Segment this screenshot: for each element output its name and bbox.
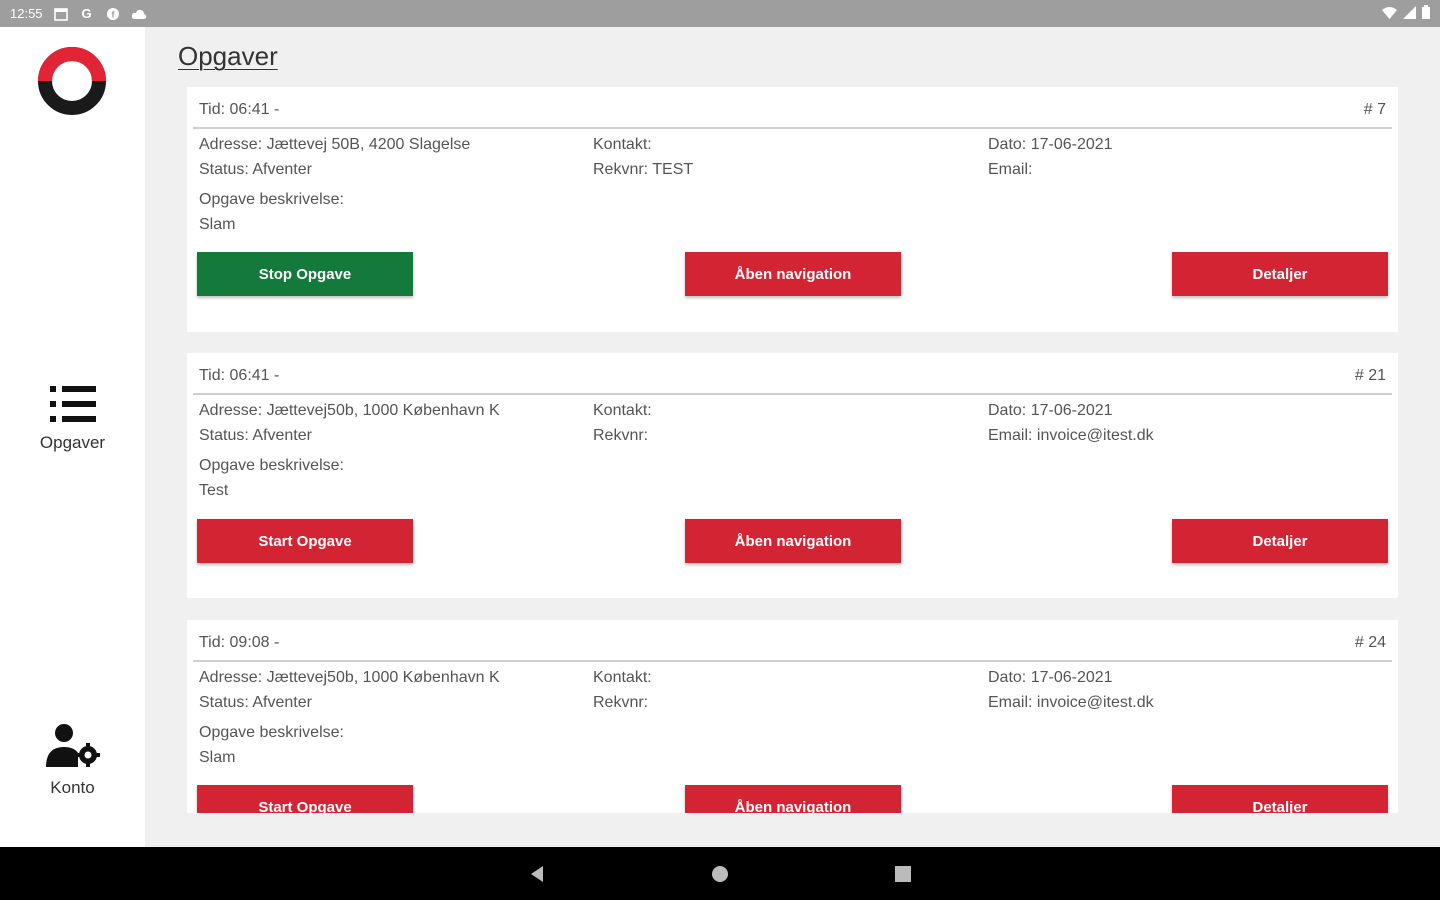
task-desc: Test — [199, 481, 229, 499]
card-header: Tid: 09:08 - # 24 — [193, 620, 1392, 662]
battery-icon — [1422, 5, 1430, 22]
home-icon[interactable] — [709, 863, 731, 885]
circle-app-icon: f — [105, 6, 121, 22]
task-contact: Kontakt: — [593, 402, 652, 419]
task-date: Dato: 17-06-2021 — [988, 136, 1113, 153]
open-navigation-button[interactable]: Åben navigation — [685, 785, 901, 813]
task-contact: Kontakt: — [593, 669, 652, 686]
wifi-icon — [1382, 6, 1397, 22]
cloud-icon — [131, 6, 147, 22]
start-task-button[interactable]: Start Opgave — [197, 519, 413, 563]
card-header: Tid: 06:41 - # 7 — [193, 87, 1392, 129]
task-address: Adresse: Jættevej 50B, 4200 Slagelse — [199, 136, 471, 153]
task-desc-label: Opgave beskrivelse: — [199, 724, 344, 741]
task-desc-label: Opgave beskrivelse: — [199, 457, 344, 474]
task-date: Dato: 17-06-2021 — [988, 669, 1113, 686]
details-button[interactable]: Detaljer — [1172, 519, 1388, 563]
stop-task-button[interactable]: Stop Opgave — [197, 252, 413, 296]
page-title: Opgaver — [178, 41, 278, 71]
list-icon — [49, 384, 96, 429]
task-email: Email: — [988, 160, 1033, 178]
sidebar-item-konto[interactable]: Konto — [0, 723, 145, 798]
task-time: Tid: 06:41 - — [199, 367, 280, 384]
task-desc-label: Opgave beskrivelse: — [199, 191, 344, 208]
details-button[interactable]: Detaljer — [1172, 785, 1388, 813]
task-address: Adresse: Jættevej50b, 1000 København K — [199, 669, 500, 686]
task-email: Email: invoice@itest.dk — [988, 426, 1154, 444]
start-task-button[interactable]: Start Opgave — [197, 785, 413, 813]
sidebar: Opgaver Konto — [0, 27, 145, 847]
task-card: Tid: 09:08 - # 24 Adresse: Jættevej50b, … — [187, 620, 1398, 813]
task-status: Status: Afventer — [199, 693, 312, 711]
task-time: Tid: 06:41 - — [199, 101, 280, 118]
open-navigation-button[interactable]: Åben navigation — [685, 252, 901, 296]
task-time: Tid: 09:08 - — [199, 634, 280, 651]
task-status: Status: Afventer — [199, 160, 312, 178]
task-card: Tid: 06:41 - # 21 Adresse: Jættevej50b, … — [187, 353, 1398, 598]
task-contact: Kontakt: — [593, 136, 652, 153]
task-status: Status: Afventer — [199, 426, 312, 444]
sidebar-item-opgaver[interactable]: Opgaver — [0, 384, 145, 453]
main-content: Opgaver Tid: 06:41 - # 7 Adresse: Jættev… — [145, 27, 1440, 847]
back-icon[interactable] — [526, 863, 548, 885]
task-card: Tid: 06:41 - # 7 Adresse: Jættevej 50B, … — [187, 87, 1398, 332]
task-number: # 24 — [1354, 634, 1386, 651]
recents-icon[interactable] — [892, 863, 914, 885]
status-bar: 12:55 G f — [0, 0, 1440, 27]
system-nav-bar — [0, 847, 1440, 900]
task-date: Dato: 17-06-2021 — [988, 402, 1113, 419]
task-desc: Slam — [199, 748, 236, 766]
task-rekvnr: Rekvnr: — [593, 693, 649, 711]
sidebar-item-label: Opgaver — [39, 433, 106, 452]
task-rekvnr: Rekvnr: — [593, 426, 649, 444]
task-address: Adresse: Jættevej50b, 1000 København K — [199, 402, 500, 419]
signal-icon — [1403, 5, 1416, 22]
sidebar-item-label: Konto — [50, 778, 95, 797]
task-desc: Slam — [199, 215, 236, 233]
task-number: # 21 — [1354, 367, 1386, 384]
logo-icon — [36, 45, 108, 117]
task-rekvnr: Rekvnr: TEST — [593, 160, 694, 178]
card-header: Tid: 06:41 - # 21 — [193, 353, 1392, 395]
task-email: Email: invoice@itest.dk — [988, 693, 1154, 711]
calendar-icon — [53, 6, 69, 22]
user-settings-icon — [44, 723, 102, 774]
task-number: # 7 — [1363, 101, 1386, 118]
clock: 12:55 — [10, 6, 43, 21]
open-navigation-button[interactable]: Åben navigation — [685, 519, 901, 563]
details-button[interactable]: Detaljer — [1172, 252, 1388, 296]
google-icon: G — [81, 6, 92, 21]
